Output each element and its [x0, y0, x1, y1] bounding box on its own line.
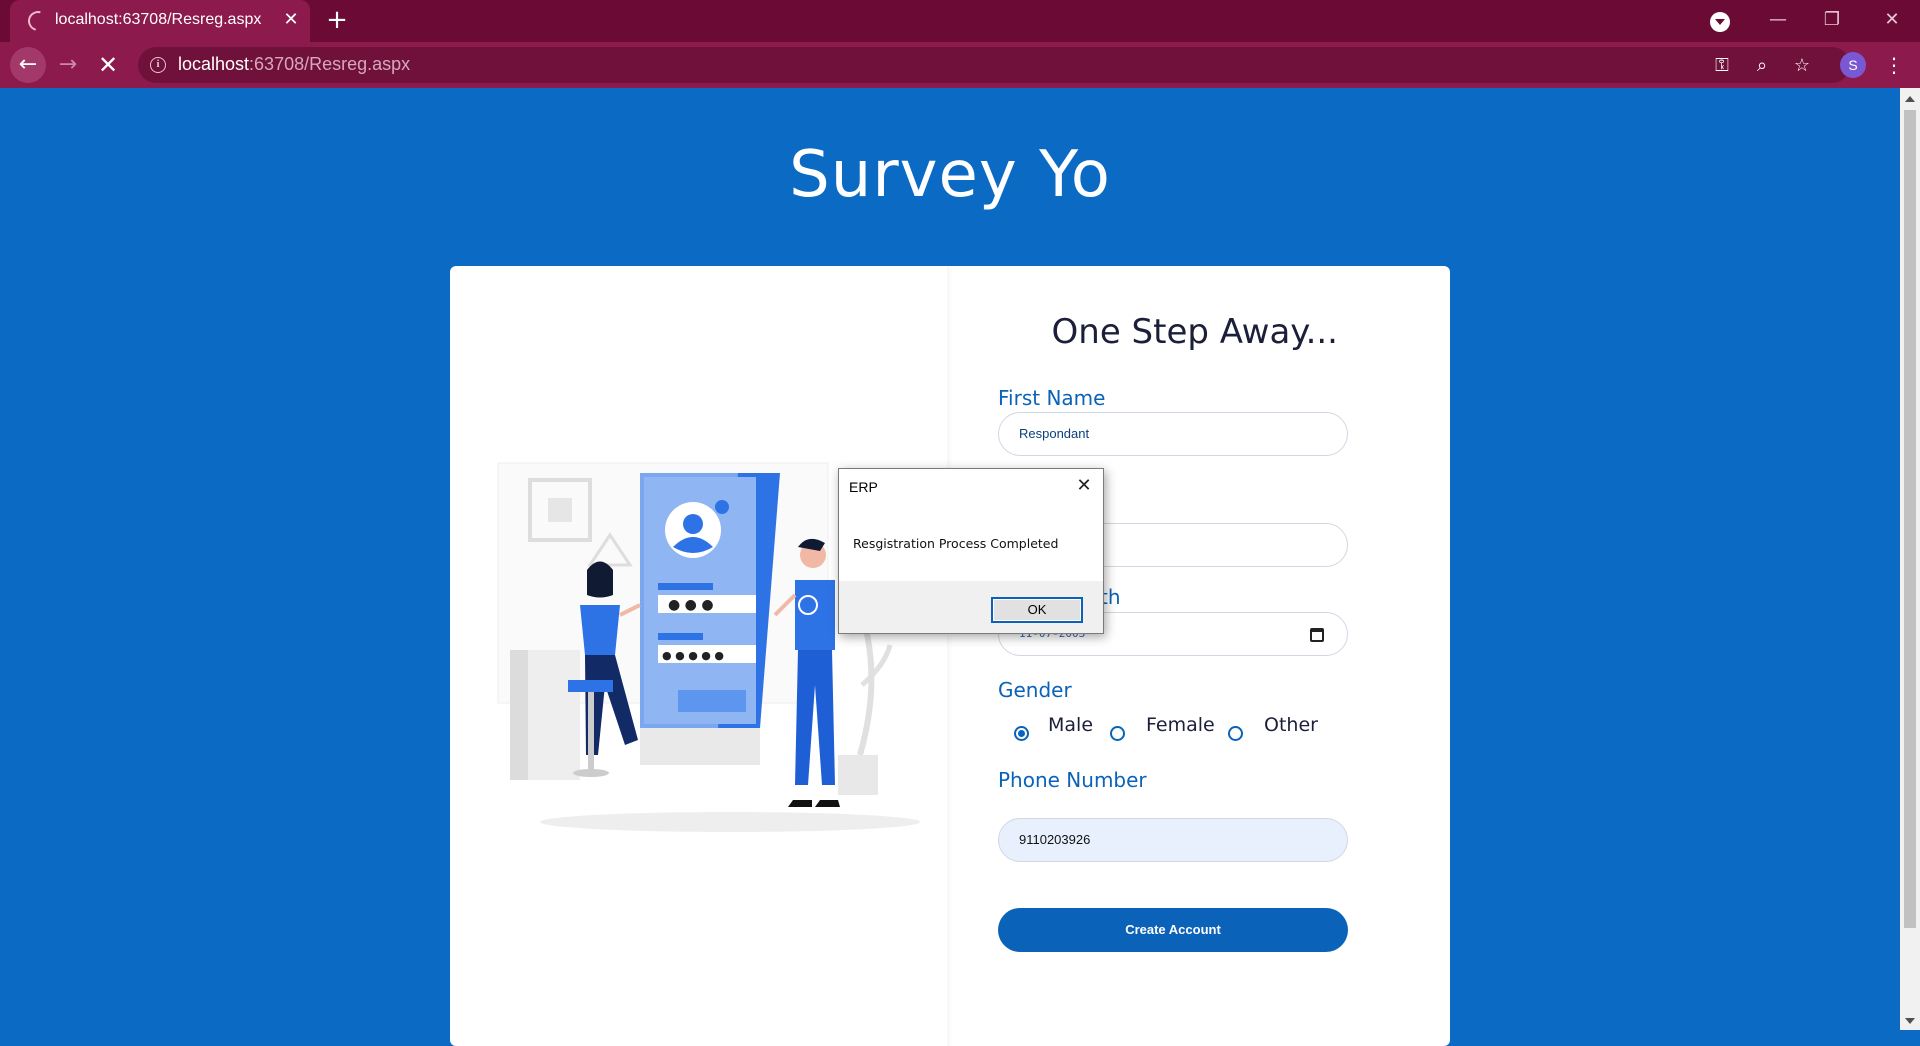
stop-loading-button[interactable]: ✕	[90, 47, 126, 83]
browser-tab[interactable]: localhost:63708/Resreg.aspx ✕	[10, 0, 310, 42]
scroll-up-icon[interactable]	[1905, 96, 1915, 102]
site-title: Survey Yo	[789, 138, 1111, 212]
dialog-title: ERP	[849, 479, 878, 495]
site-info-icon[interactable]: i	[150, 57, 166, 73]
browser-toolbar: ← → ✕ i localhost:63708/Resreg.aspx ⚿ ⌕ …	[0, 42, 1920, 88]
gender-radio-female[interactable]	[1110, 726, 1125, 741]
browser-menu-icon[interactable]: ⋮	[1884, 52, 1904, 78]
back-button[interactable]: ←	[10, 47, 46, 83]
phone-label: Phone Number	[998, 768, 1147, 792]
minimize-icon[interactable]: —	[1766, 10, 1790, 30]
restore-icon[interactable]: ❐	[1820, 10, 1844, 30]
dialog-close-icon[interactable]: ✕	[1073, 475, 1095, 497]
first-name-label: First Name	[998, 386, 1106, 410]
card-divider	[947, 266, 953, 1046]
tab-close-icon[interactable]: ✕	[280, 9, 302, 31]
form-heading: One Step Away...	[1051, 312, 1338, 352]
tab-search-dropdown-icon[interactable]	[1710, 12, 1730, 32]
phone-input[interactable]: 9110203926	[998, 818, 1348, 862]
gender-radio-other[interactable]	[1228, 726, 1243, 741]
dialog-ok-button[interactable]: OK	[991, 597, 1083, 623]
address-bar[interactable]: i localhost:63708/Resreg.aspx	[138, 47, 1850, 83]
profile-avatar[interactable]: S	[1840, 52, 1866, 78]
zoom-icon[interactable]: ⌕	[1750, 54, 1774, 78]
scrollbar-thumb[interactable]	[1904, 110, 1916, 928]
url-path: :63708/Resreg.aspx	[249, 54, 411, 74]
gender-label-male: Male	[1048, 714, 1094, 736]
svg-text:● ● ●: ● ● ●	[668, 597, 714, 613]
forward-button[interactable]: →	[50, 47, 86, 83]
address-url: localhost:63708/Resreg.aspx	[178, 54, 410, 75]
first-name-input[interactable]: Respondant	[998, 412, 1348, 456]
new-tab-button[interactable]: +	[323, 7, 351, 35]
bookmark-star-icon[interactable]: ☆	[1790, 54, 1814, 78]
tab-title: localhost:63708/Resreg.aspx	[55, 11, 262, 28]
page-scrollbar[interactable]	[1900, 88, 1920, 1030]
gender-radio-male[interactable]	[1014, 726, 1029, 741]
loading-spinner-icon	[24, 7, 52, 35]
gender-label: Gender	[998, 678, 1072, 702]
dialog-footer: OK	[839, 581, 1103, 633]
gender-label-other: Other	[1264, 714, 1318, 736]
calendar-icon[interactable]	[1310, 628, 1324, 642]
key-icon[interactable]: ⚿	[1710, 54, 1734, 78]
dialog-message: Resgistration Process Completed	[853, 536, 1059, 551]
gender-label-female: Female	[1146, 714, 1215, 736]
svg-text:● ● ● ● ●: ● ● ● ● ●	[662, 649, 724, 662]
browser-titlebar: localhost:63708/Resreg.aspx ✕ + — ❐ ✕	[0, 0, 1920, 42]
alert-dialog: ERP ✕ Resgistration Process Completed OK	[838, 468, 1104, 634]
create-account-button[interactable]: Create Account	[998, 908, 1348, 952]
url-host: localhost	[178, 54, 250, 74]
window-close-icon[interactable]: ✕	[1880, 10, 1904, 30]
scroll-down-icon[interactable]	[1905, 1018, 1915, 1024]
